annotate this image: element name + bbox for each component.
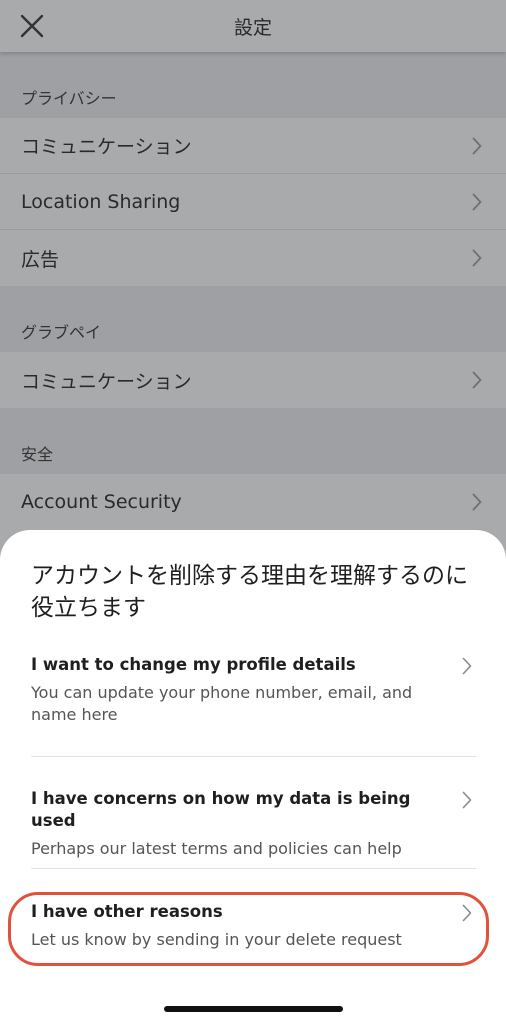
- settings-item-label: Account Security: [21, 491, 182, 513]
- settings-item-label: Location Sharing: [21, 190, 181, 213]
- chevron-right-icon: [468, 249, 486, 267]
- option-data-concerns[interactable]: I have concerns on how my data is being …: [31, 788, 476, 860]
- divider: [31, 868, 476, 869]
- section-grabpay: コミュニケーション: [0, 352, 506, 408]
- section-gap: [0, 408, 506, 436]
- option-change-profile[interactable]: I want to change my profile details You …: [31, 654, 476, 726]
- divider: [31, 756, 476, 757]
- settings-item-location-sharing[interactable]: Location Sharing: [0, 174, 506, 230]
- delete-reason-sheet: アカウントを削除する理由を理解するのに役立ちます I want to chang…: [0, 530, 506, 1024]
- chevron-right-icon: [458, 657, 476, 675]
- settings-item-label: コミュニケーション: [21, 370, 192, 393]
- chevron-right-icon: [458, 791, 476, 809]
- settings-list: プライバシー コミュニケーション Location Sharing 広告 グラブ…: [0, 52, 506, 530]
- settings-item-ads[interactable]: 広告: [0, 230, 506, 286]
- chevron-right-icon: [468, 493, 486, 511]
- option-title: I want to change my profile details: [31, 655, 356, 674]
- option-title: I have concerns on how my data is being …: [31, 789, 411, 830]
- section-safety: Account Security: [0, 474, 506, 530]
- option-description: You can update your phone number, email,…: [31, 683, 413, 724]
- sheet-title: アカウントを削除する理由を理解するのに役立ちます: [31, 563, 468, 621]
- settings-item-account-security[interactable]: Account Security: [0, 474, 506, 530]
- settings-item-label: コミュニケーション: [21, 136, 192, 158]
- chevron-right-icon: [458, 904, 476, 922]
- option-other-reasons[interactable]: I have other reasons Let us know by send…: [31, 901, 476, 951]
- option-description: Let us know by sending in your delete re…: [31, 930, 402, 949]
- section-privacy: コミュニケーション Location Sharing 広告: [0, 118, 506, 286]
- settings-item-communication[interactable]: コミュニケーション: [0, 118, 506, 174]
- chevron-right-icon: [468, 371, 486, 389]
- settings-item-label: 広告: [21, 248, 60, 271]
- settings-item-grabpay-communication[interactable]: コミュニケーション: [0, 352, 506, 408]
- option-title: I have other reasons: [31, 902, 223, 921]
- option-description: Perhaps our latest terms and policies ca…: [31, 839, 402, 858]
- chevron-right-icon: [468, 193, 486, 211]
- section-gap: [0, 286, 506, 314]
- app-header: 設定: [0, 0, 506, 52]
- section-label-grabpay: グラブペイ: [0, 314, 506, 352]
- home-indicator: [164, 1006, 343, 1012]
- section-label-privacy: プライバシー: [0, 80, 506, 118]
- chevron-right-icon: [468, 137, 486, 155]
- section-gap: [0, 52, 506, 80]
- page-title: 設定: [233, 17, 272, 39]
- section-label-safety: 安全: [0, 436, 506, 474]
